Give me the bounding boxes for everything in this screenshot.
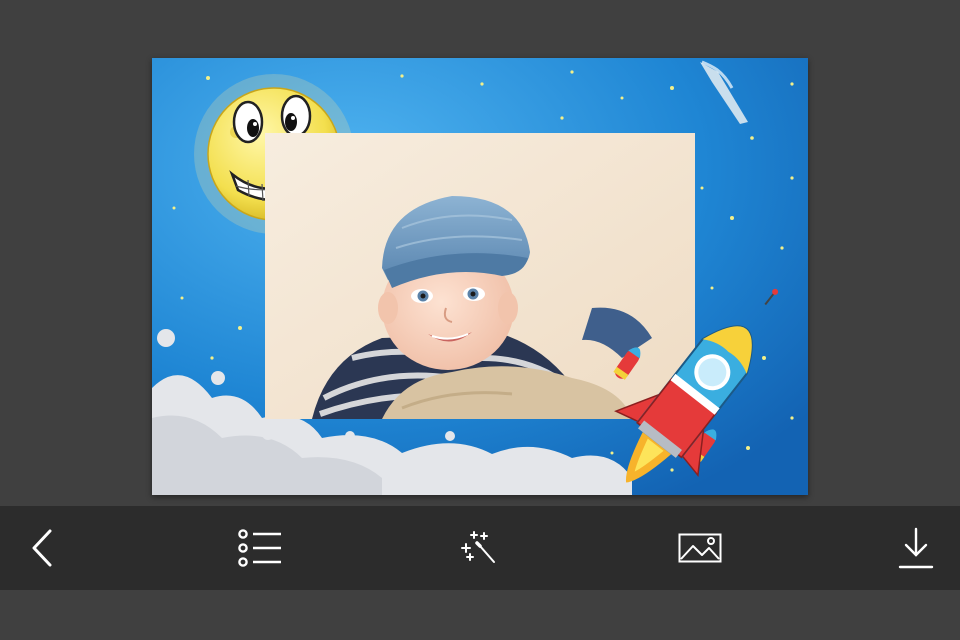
download-icon	[898, 527, 934, 569]
bottom-strip	[0, 590, 960, 640]
download-button[interactable]	[890, 506, 942, 590]
magic-wand-icon	[461, 531, 495, 563]
image-gallery-icon	[678, 533, 722, 563]
back-button[interactable]	[16, 506, 68, 590]
photo-frame-canvas[interactable]	[152, 58, 808, 495]
gallery-button[interactable]	[672, 506, 728, 590]
frame-list-button[interactable]	[230, 506, 290, 590]
baby-photo	[265, 133, 695, 419]
space-frame-artwork	[152, 58, 808, 495]
bottom-toolbar	[0, 506, 960, 590]
effects-button[interactable]	[452, 506, 508, 590]
frame-list-icon	[238, 529, 281, 567]
back-chevron-icon	[32, 529, 52, 567]
photo-frame-editor	[0, 0, 960, 640]
